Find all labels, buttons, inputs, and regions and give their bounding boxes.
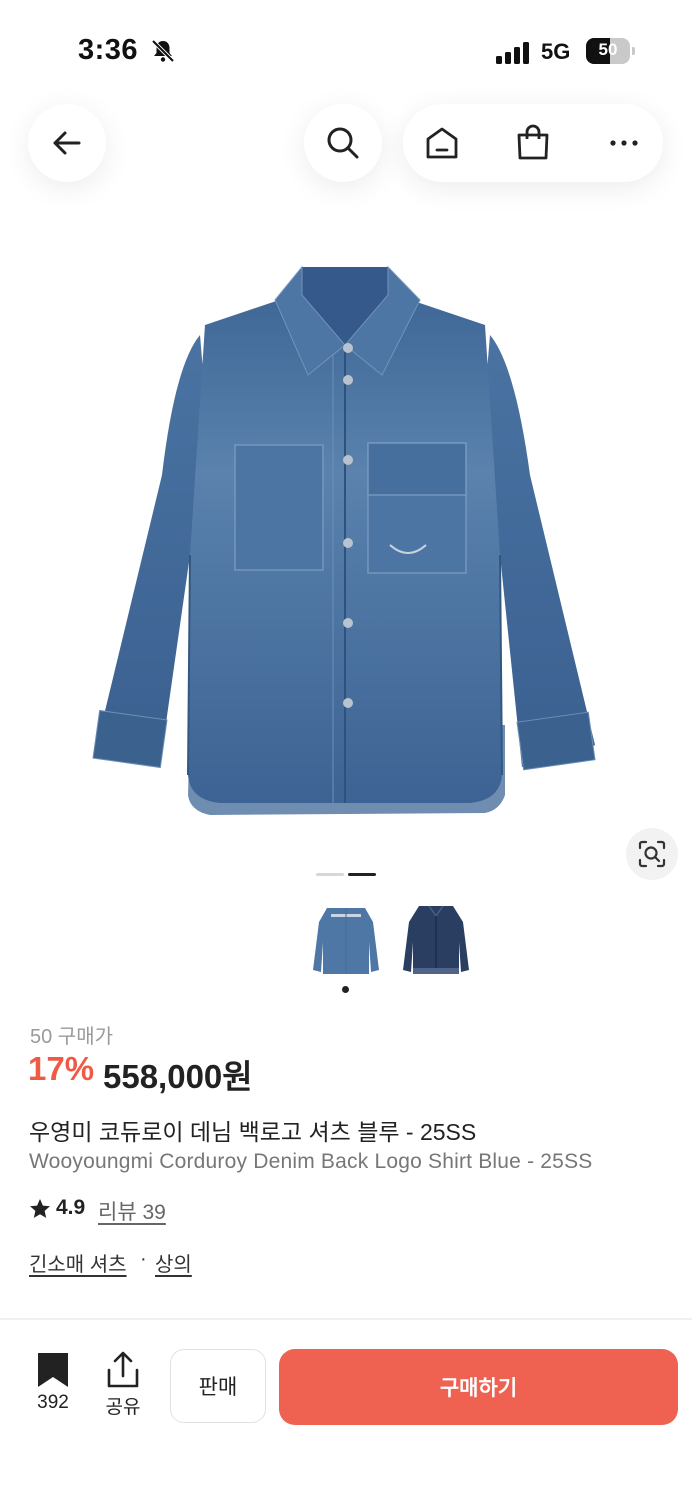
slide-indicator-1 <box>316 873 344 876</box>
discount-rate: 17% <box>28 1050 95 1087</box>
bookmark-count: 392 <box>37 1392 69 1413</box>
share-icon[interactable] <box>106 1350 140 1390</box>
status-time: 3:36 <box>78 34 139 66</box>
review-link[interactable]: 리뷰 39 <box>98 1196 166 1226</box>
star-icon <box>30 1199 50 1218</box>
thumbnail-back[interactable] <box>311 902 381 978</box>
bookmark-icon[interactable] <box>36 1351 70 1389</box>
bottom-divider <box>0 1318 692 1320</box>
product-name-ko: 우영미 코듀로이 데님 백로고 셔츠 블루 - 25SS <box>29 1119 477 1145</box>
bell-muted-icon <box>151 39 175 63</box>
shopping-bag-icon <box>517 124 549 160</box>
thumbnail-front-dark[interactable] <box>401 902 471 978</box>
price: 558,000원 <box>103 1058 253 1095</box>
category-link-tops[interactable]: 상의 <box>155 1248 192 1277</box>
rating-value: 4.9 <box>56 1196 86 1219</box>
battery-level: 50 <box>598 40 618 59</box>
nav-actions <box>403 104 663 182</box>
purchase-count: 50 구매가 <box>30 1026 114 1048</box>
signal-icon <box>496 42 529 64</box>
lens-icon <box>638 840 666 868</box>
image-search-button[interactable] <box>626 828 678 880</box>
home-button[interactable] <box>407 104 477 182</box>
product-image[interactable] <box>90 255 600 835</box>
battery-icon: 50 <box>586 38 636 64</box>
sell-button[interactable]: 판매 <box>170 1349 266 1423</box>
back-button[interactable] <box>28 104 106 182</box>
search-button[interactable] <box>304 104 382 182</box>
home-icon <box>426 127 458 159</box>
network-type: 5G <box>541 39 571 64</box>
product-name-en: Wooyoungmi Corduroy Denim Back Logo Shir… <box>29 1150 593 1173</box>
more-horizontal-icon <box>610 140 638 146</box>
share-label: 공유 <box>105 1397 141 1418</box>
category-link-long-sleeve-shirt[interactable]: 긴소매 셔츠 <box>29 1248 127 1277</box>
arrow-left-icon <box>53 131 81 155</box>
slide-indicator-2 <box>348 873 376 876</box>
thumbnail-selected-indicator <box>342 986 349 993</box>
search-icon <box>327 127 359 159</box>
category-separator: · <box>140 1248 147 1270</box>
more-button[interactable] <box>589 104 659 182</box>
shopping-bag-button[interactable] <box>498 104 568 182</box>
buy-button[interactable]: 구매하기 <box>279 1349 678 1425</box>
